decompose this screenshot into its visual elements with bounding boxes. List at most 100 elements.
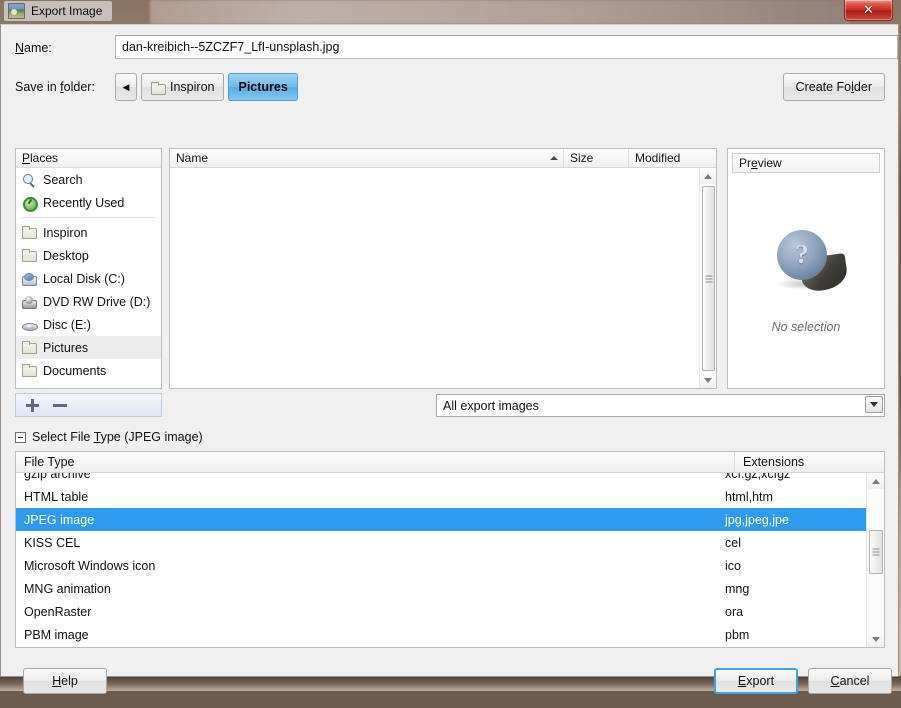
place-item-search[interactable]: Search [16,168,161,191]
place-label: Desktop [43,249,89,263]
place-item-dvd-rw-drive-d[interactable]: DVD RW Drive (D:) [16,290,161,313]
remove-place-icon[interactable] [53,399,66,412]
help-button[interactable]: Help [23,668,107,694]
table-row[interactable]: OpenRaster ora [16,600,866,623]
scrollbar-thumb[interactable] [869,530,883,574]
file-filter-dropdown-button[interactable] [865,396,883,413]
chevron-down-icon [872,637,880,642]
column-header-file-type-label: File Type [24,455,75,469]
table-row[interactable]: HTML table html,htm [16,485,866,508]
file-type-ext: ora [717,605,866,619]
scroll-up-button[interactable] [867,473,884,489]
title-bar: Export Image ✕ [0,0,901,24]
gimp-wilber-icon [8,3,25,19]
file-type-name: JPEG image [16,513,717,527]
scroll-up-button[interactable] [700,168,716,184]
column-header-modified[interactable]: Modified [629,149,716,167]
table-row[interactable]: KISS CEL cel [16,531,866,554]
add-place-icon[interactable] [26,399,39,412]
export-button[interactable]: Export [714,668,798,694]
file-list-body [170,168,699,388]
create-folder-button[interactable]: Create Folder [783,73,885,101]
place-label: Inspiron [43,226,87,240]
place-item-inspiron[interactable]: Inspiron [16,221,161,244]
minus-box-icon[interactable] [15,432,26,443]
places-panel: Places Search Recently Used Inspiron Des… [15,148,162,389]
file-type-scrollbar[interactable] [866,473,884,647]
file-type-name: PBM image [16,628,717,642]
folder-icon [22,226,37,240]
file-filter-value[interactable]: All export images [436,394,885,417]
breadcrumb-inspiron[interactable]: Inspiron [141,73,224,101]
breadcrumb-inspiron-label: Inspiron [170,80,214,94]
file-type-ext: mng [717,582,866,596]
filename-input[interactable] [115,35,898,59]
column-header-file-type[interactable]: File Type [16,452,735,472]
file-filter-combo[interactable]: All export images [436,394,885,417]
disc-icon [22,318,37,332]
folder-icon [22,364,37,378]
place-item-desktop[interactable]: Desktop [16,244,161,267]
table-row-selected[interactable]: JPEG image jpg,jpeg,jpe [16,508,866,531]
file-type-ext: xcf.gz,xcfgz [717,473,866,481]
folder-icon [22,341,37,355]
table-row[interactable]: MNG animation mng [16,577,866,600]
places-mini-toolbar [15,393,162,417]
window-title: Export Image [31,4,102,18]
recent-clock-icon [22,196,37,210]
file-type-ext: jpg,jpeg,jpe [717,513,866,527]
place-label: DVD RW Drive (D:) [43,295,150,309]
file-type-header: File Type Extensions [16,452,884,473]
file-list-scrollbar[interactable] [699,168,716,388]
path-back-button[interactable]: ◀ [115,73,137,101]
save-in-folder-row: Save in folder: ◀ Inspiron Pictures Crea… [15,73,885,103]
file-type-name: MNG animation [16,582,717,596]
place-item-disc-e[interactable]: Disc (E:) [16,313,161,336]
preview-empty-text: No selection [772,320,841,334]
dialog-footer: Help Export Cancel [1,658,900,708]
column-header-name-label: Name [176,151,208,165]
place-item-pictures[interactable]: Pictures [16,336,161,359]
file-browser-panel: Name Size Modified [169,148,717,389]
place-item-local-disk-c[interactable]: Local Disk (C:) [16,267,161,290]
places-divider [22,217,155,218]
close-window-button[interactable]: ✕ [844,0,893,21]
file-type-name: HTML table [16,490,717,504]
scroll-down-button[interactable] [867,631,884,647]
file-type-scroll-area: gzip archive xcf.gz,xcfgz HTML table htm… [16,473,866,647]
place-label: Disc (E:) [43,318,91,332]
column-header-name[interactable]: Name [170,149,564,167]
select-file-type-expander[interactable]: Select File Type (JPEG image) [15,430,203,444]
place-label: Local Disk (C:) [43,272,125,286]
preview-panel: Preview ? No selection [727,148,885,389]
harddisk-icon [22,272,37,286]
table-row[interactable]: PBM image pbm [16,623,866,646]
question-mark-sphere: ? [777,230,827,280]
file-type-panel: File Type Extensions gzip archive xcf.gz… [15,451,885,648]
table-row[interactable]: Microsoft Windows icon ico [16,554,866,577]
column-header-extensions[interactable]: Extensions [735,452,884,472]
unknown-file-icon: ? [763,228,849,300]
save-in-folder-label: Save in folder: [15,80,95,94]
file-type-ext: pbm [717,628,866,642]
chevron-down-icon [870,402,878,407]
export-image-dialog: Name: Save in folder: ◀ Inspiron Picture… [0,24,899,677]
preview-header: Preview [732,153,880,173]
scroll-down-button[interactable] [700,372,716,388]
scrollbar-grip-icon [705,273,712,284]
cancel-button[interactable]: Cancel [808,668,892,694]
file-type-name: OpenRaster [16,605,717,619]
place-item-documents[interactable]: Documents [16,359,161,382]
breadcrumb-pictures[interactable]: Pictures [228,73,297,101]
place-item-recently-used[interactable]: Recently Used [16,191,161,214]
column-header-size[interactable]: Size [564,149,629,167]
file-type-ext: ico [717,559,866,573]
path-breadcrumb: ◀ Inspiron Pictures [115,73,298,101]
table-row[interactable]: gzip archive xcf.gz,xcfgz [16,473,866,485]
export-image-window: Export Image ✕ Name: Save in folder: ◀ I… [0,0,901,679]
scrollbar-thumb[interactable] [702,186,715,371]
window-title-group: Export Image [4,1,112,21]
place-label: Documents [43,364,106,378]
folder-icon [22,249,37,263]
scrollbar-grip-icon [873,547,880,558]
